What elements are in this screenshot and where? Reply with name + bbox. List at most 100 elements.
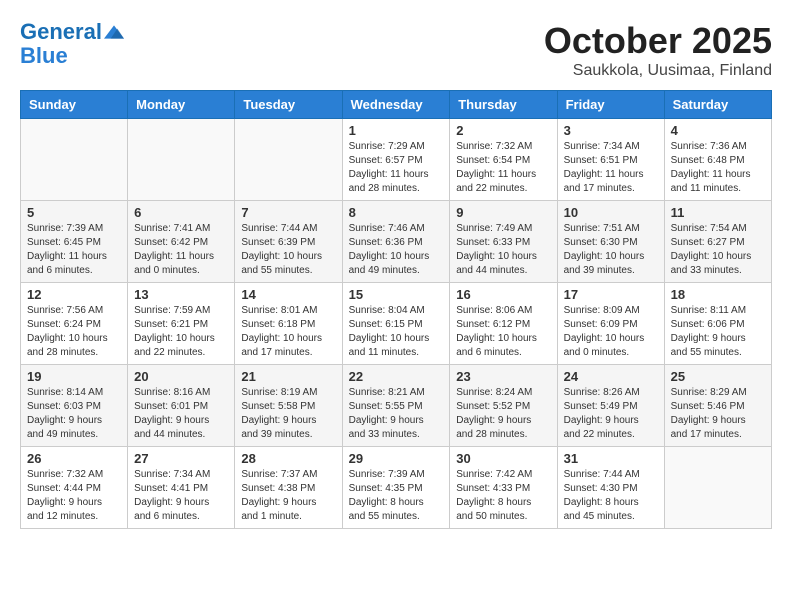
day-number: 22 <box>349 369 444 384</box>
calendar-week-3: 12 Sunrise: 7:56 AM Sunset: 6:24 PM Dayli… <box>21 283 772 365</box>
day-info: Sunrise: 7:34 AM Sunset: 4:41 PM Dayligh… <box>134 468 228 524</box>
calendar-cell: 23 Sunrise: 8:24 AM Sunset: 5:52 PM Dayli… <box>450 365 557 447</box>
day-number: 18 <box>671 287 765 302</box>
weekday-header-friday: Friday <box>557 91 664 119</box>
day-number: 21 <box>241 369 335 384</box>
day-info: Sunrise: 7:32 AM Sunset: 6:54 PM Dayligh… <box>456 140 550 196</box>
calendar-cell: 21 Sunrise: 8:19 AM Sunset: 5:58 PM Dayli… <box>235 365 342 447</box>
day-number: 5 <box>27 205 121 220</box>
logo-icon <box>104 22 124 42</box>
day-info: Sunrise: 8:19 AM Sunset: 5:58 PM Dayligh… <box>241 386 335 442</box>
calendar-week-4: 19Sunrise: 8:14 AM Sunset: 6:03 PM Dayli… <box>21 365 772 447</box>
calendar-cell: 1 Sunrise: 7:29 AM Sunset: 6:57 PM Daylig… <box>342 119 450 201</box>
day-info: Sunrise: 7:42 AM Sunset: 4:33 PM Dayligh… <box>456 468 550 524</box>
calendar-cell <box>21 119 128 201</box>
calendar-cell: 2 Sunrise: 7:32 AM Sunset: 6:54 PM Daylig… <box>450 119 557 201</box>
calendar-header-row: SundayMondayTuesdayWednesdayThursdayFrid… <box>21 91 772 119</box>
day-info: Sunrise: 7:32 AM Sunset: 4:44 PM Dayligh… <box>27 468 121 524</box>
day-info: Sunrise: 8:16 AM Sunset: 6:01 PM Dayligh… <box>134 386 228 442</box>
day-number: 3 <box>564 123 658 138</box>
day-number: 26 <box>27 451 121 466</box>
day-number: 31 <box>564 451 658 466</box>
day-info: Sunrise: 8:11 AM Sunset: 6:06 PM Dayligh… <box>671 304 765 360</box>
day-number: 1 <box>349 123 444 138</box>
day-number: 23 <box>456 369 550 384</box>
calendar-cell: 16 Sunrise: 8:06 AM Sunset: 6:12 PM Dayli… <box>450 283 557 365</box>
day-number: 20 <box>134 369 228 384</box>
day-info: Sunrise: 8:01 AM Sunset: 6:18 PM Dayligh… <box>241 304 335 360</box>
day-info: Sunrise: 7:29 AM Sunset: 6:57 PM Dayligh… <box>349 140 444 196</box>
calendar-cell: 19Sunrise: 8:14 AM Sunset: 6:03 PM Dayli… <box>21 365 128 447</box>
calendar-cell: 6Sunrise: 7:41 AM Sunset: 6:42 PM Daylig… <box>128 201 235 283</box>
day-info: Sunrise: 8:09 AM Sunset: 6:09 PM Dayligh… <box>564 304 658 360</box>
calendar-cell: 5 Sunrise: 7:39 AM Sunset: 6:45 PM Daylig… <box>21 201 128 283</box>
day-number: 12 <box>27 287 121 302</box>
calendar-cell: 28Sunrise: 7:37 AM Sunset: 4:38 PM Dayli… <box>235 447 342 529</box>
day-number: 28 <box>241 451 335 466</box>
calendar-week-5: 26 Sunrise: 7:32 AM Sunset: 4:44 PM Dayli… <box>21 447 772 529</box>
logo-blue: Blue <box>20 44 124 68</box>
weekday-header-thursday: Thursday <box>450 91 557 119</box>
calendar-cell: 20 Sunrise: 8:16 AM Sunset: 6:01 PM Dayli… <box>128 365 235 447</box>
page-header: General Blue October 2025 Saukkola, Uusi… <box>20 20 772 80</box>
day-info: Sunrise: 7:44 AM Sunset: 6:39 PM Dayligh… <box>241 222 335 278</box>
day-number: 2 <box>456 123 550 138</box>
day-number: 7 <box>241 205 335 220</box>
logo: General Blue <box>20 20 124 68</box>
calendar-cell: 12 Sunrise: 7:56 AM Sunset: 6:24 PM Dayli… <box>21 283 128 365</box>
day-info: Sunrise: 7:54 AM Sunset: 6:27 PM Dayligh… <box>671 222 765 278</box>
calendar-cell: 31 Sunrise: 7:44 AM Sunset: 4:30 PM Dayli… <box>557 447 664 529</box>
day-info: Sunrise: 7:51 AM Sunset: 6:30 PM Dayligh… <box>564 222 658 278</box>
calendar-cell: 26 Sunrise: 7:32 AM Sunset: 4:44 PM Dayli… <box>21 447 128 529</box>
calendar-cell: 11 Sunrise: 7:54 AM Sunset: 6:27 PM Dayli… <box>664 201 771 283</box>
calendar-week-2: 5 Sunrise: 7:39 AM Sunset: 6:45 PM Daylig… <box>21 201 772 283</box>
day-info: Sunrise: 8:29 AM Sunset: 5:46 PM Dayligh… <box>671 386 765 442</box>
calendar-cell: 13 Sunrise: 7:59 AM Sunset: 6:21 PM Dayli… <box>128 283 235 365</box>
day-info: Sunrise: 7:34 AM Sunset: 6:51 PM Dayligh… <box>564 140 658 196</box>
day-info: Sunrise: 7:39 AM Sunset: 6:45 PM Dayligh… <box>27 222 121 278</box>
day-number: 6 <box>134 205 228 220</box>
day-info: Sunrise: 8:24 AM Sunset: 5:52 PM Dayligh… <box>456 386 550 442</box>
day-number: 11 <box>671 205 765 220</box>
day-number: 24 <box>564 369 658 384</box>
calendar-cell: 18 Sunrise: 8:11 AM Sunset: 6:06 PM Dayli… <box>664 283 771 365</box>
weekday-header-wednesday: Wednesday <box>342 91 450 119</box>
calendar-cell: 4Sunrise: 7:36 AM Sunset: 6:48 PM Daylig… <box>664 119 771 201</box>
day-number: 27 <box>134 451 228 466</box>
calendar-cell: 8 Sunrise: 7:46 AM Sunset: 6:36 PM Daylig… <box>342 201 450 283</box>
day-info: Sunrise: 7:56 AM Sunset: 6:24 PM Dayligh… <box>27 304 121 360</box>
weekday-header-saturday: Saturday <box>664 91 771 119</box>
weekday-header-tuesday: Tuesday <box>235 91 342 119</box>
calendar-cell: 29 Sunrise: 7:39 AM Sunset: 4:35 PM Dayli… <box>342 447 450 529</box>
day-info: Sunrise: 8:26 AM Sunset: 5:49 PM Dayligh… <box>564 386 658 442</box>
location-subtitle: Saukkola, Uusimaa, Finland <box>544 62 772 80</box>
day-number: 8 <box>349 205 444 220</box>
day-info: Sunrise: 7:49 AM Sunset: 6:33 PM Dayligh… <box>456 222 550 278</box>
day-info: Sunrise: 7:46 AM Sunset: 6:36 PM Dayligh… <box>349 222 444 278</box>
day-info: Sunrise: 8:14 AM Sunset: 6:03 PM Dayligh… <box>27 386 121 442</box>
day-number: 29 <box>349 451 444 466</box>
logo-text: General <box>20 20 102 44</box>
day-info: Sunrise: 7:59 AM Sunset: 6:21 PM Dayligh… <box>134 304 228 360</box>
day-number: 16 <box>456 287 550 302</box>
calendar-cell <box>664 447 771 529</box>
day-info: Sunrise: 7:44 AM Sunset: 4:30 PM Dayligh… <box>564 468 658 524</box>
day-number: 14 <box>241 287 335 302</box>
month-title: October 2025 <box>544 20 772 62</box>
calendar-cell: 17Sunrise: 8:09 AM Sunset: 6:09 PM Dayli… <box>557 283 664 365</box>
calendar-cell: 25Sunrise: 8:29 AM Sunset: 5:46 PM Dayli… <box>664 365 771 447</box>
calendar-cell <box>235 119 342 201</box>
calendar-table: SundayMondayTuesdayWednesdayThursdayFrid… <box>20 90 772 529</box>
day-info: Sunrise: 8:21 AM Sunset: 5:55 PM Dayligh… <box>349 386 444 442</box>
day-number: 13 <box>134 287 228 302</box>
day-info: Sunrise: 8:04 AM Sunset: 6:15 PM Dayligh… <box>349 304 444 360</box>
calendar-cell: 9Sunrise: 7:49 AM Sunset: 6:33 PM Daylig… <box>450 201 557 283</box>
weekday-header-monday: Monday <box>128 91 235 119</box>
day-info: Sunrise: 8:06 AM Sunset: 6:12 PM Dayligh… <box>456 304 550 360</box>
day-number: 10 <box>564 205 658 220</box>
title-block: October 2025 Saukkola, Uusimaa, Finland <box>544 20 772 80</box>
calendar-cell: 22 Sunrise: 8:21 AM Sunset: 5:55 PM Dayli… <box>342 365 450 447</box>
weekday-header-sunday: Sunday <box>21 91 128 119</box>
day-info: Sunrise: 7:39 AM Sunset: 4:35 PM Dayligh… <box>349 468 444 524</box>
calendar-cell: 7 Sunrise: 7:44 AM Sunset: 6:39 PM Daylig… <box>235 201 342 283</box>
